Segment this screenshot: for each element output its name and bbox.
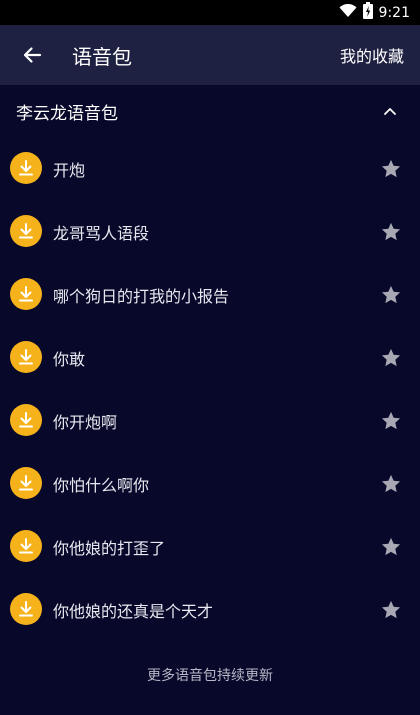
- download-icon: [19, 223, 33, 239]
- voice-label: 你开炮啊: [53, 412, 118, 432]
- download-button[interactable]: [10, 467, 42, 499]
- download-icon: [19, 538, 33, 554]
- star-icon[interactable]: [380, 284, 402, 306]
- list-item[interactable]: 你他娘的打歪了: [0, 515, 420, 578]
- download-button[interactable]: [10, 341, 42, 373]
- voice-pack-group-header[interactable]: 李云龙语音包: [0, 85, 420, 137]
- download-icon: [19, 286, 33, 302]
- chevron-up-icon[interactable]: [382, 103, 398, 119]
- status-time: 9:21: [378, 4, 410, 21]
- download-icon: [19, 601, 33, 617]
- download-button[interactable]: [10, 278, 42, 310]
- list-item[interactable]: 哪个狗日的打我的小报告: [0, 263, 420, 326]
- star-icon[interactable]: [380, 536, 402, 558]
- voice-label: 你怕什么啊你: [53, 475, 150, 495]
- voice-label: 你敢: [53, 349, 86, 369]
- voice-label: 你他娘的还真是个天才: [53, 601, 214, 621]
- voice-label: 你他娘的打歪了: [53, 538, 166, 558]
- back-arrow-icon: [23, 47, 42, 63]
- download-icon: [19, 475, 33, 491]
- app-bar: 语音包 我的收藏: [0, 25, 420, 85]
- star-icon[interactable]: [380, 347, 402, 369]
- download-button[interactable]: [10, 593, 42, 625]
- star-icon[interactable]: [380, 599, 402, 621]
- download-button[interactable]: [10, 530, 42, 562]
- voice-label: 哪个狗日的打我的小报告: [53, 286, 230, 306]
- download-button[interactable]: [10, 152, 42, 184]
- download-icon: [19, 160, 33, 176]
- list-item[interactable]: 你开炮啊: [0, 389, 420, 452]
- star-icon[interactable]: [380, 410, 402, 432]
- voice-label: 龙哥骂人语段: [53, 223, 150, 243]
- list-item[interactable]: 你敢: [0, 326, 420, 389]
- group-title: 李云龙语音包: [16, 103, 118, 124]
- star-icon[interactable]: [380, 158, 402, 180]
- page-title: 语音包: [72, 44, 132, 69]
- footer-note: 更多语音包持续更新: [147, 668, 273, 684]
- voice-label: 开炮: [53, 160, 86, 180]
- download-icon: [19, 349, 33, 365]
- status-bar: 9:21: [0, 0, 420, 25]
- status-icons: 9:21: [339, 0, 410, 25]
- star-icon[interactable]: [380, 473, 402, 495]
- download-button[interactable]: [10, 215, 42, 247]
- list-item[interactable]: 开炮: [0, 137, 420, 200]
- my-favorites-button[interactable]: 我的收藏: [340, 25, 404, 85]
- back-button[interactable]: [14, 37, 50, 73]
- download-button[interactable]: [10, 404, 42, 436]
- download-icon: [19, 412, 33, 428]
- list-item[interactable]: 你他娘的还真是个天才: [0, 578, 420, 641]
- list-item[interactable]: 你怕什么啊你: [0, 452, 420, 515]
- wifi-icon: [339, 3, 357, 22]
- battery-icon: [362, 2, 373, 23]
- voice-list: 开炮 龙哥骂人语段 哪个狗日的打我的小报告 你敢 你开炮啊 你怕什么啊你 你他娘…: [0, 137, 420, 641]
- star-icon[interactable]: [380, 221, 402, 243]
- list-item[interactable]: 龙哥骂人语段: [0, 200, 420, 263]
